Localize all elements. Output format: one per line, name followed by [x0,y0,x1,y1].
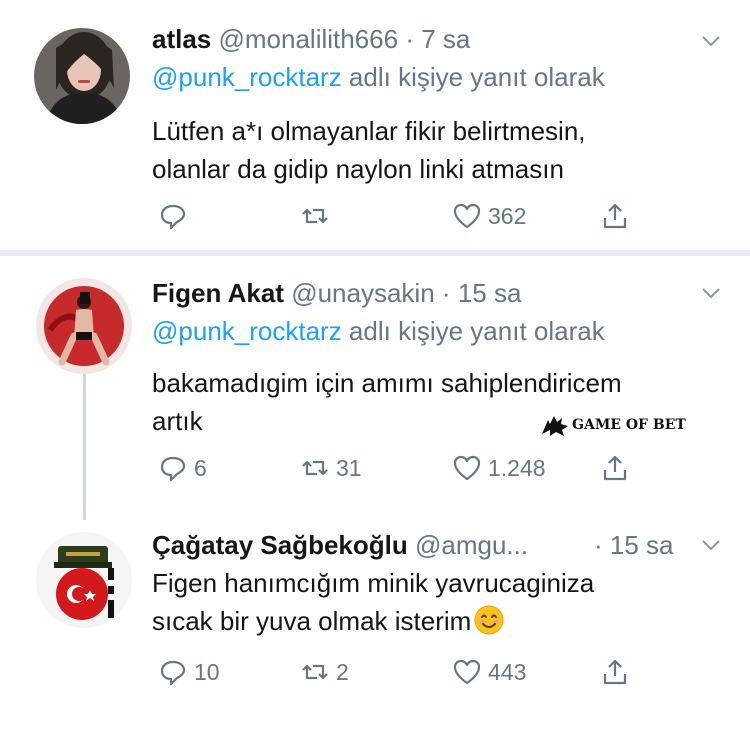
author-handle[interactable]: @monalilith666 [219,24,399,54]
like-count: 362 [488,202,527,229]
reply-to-suffix: adlı kişiye yanıt olarak [341,316,605,346]
tweet-header: atlas @monalilith666 · 7 sa [152,22,470,56]
reply-button[interactable]: 6 [158,450,207,486]
like-button[interactable]: 1.248 [452,450,546,486]
tweet-header: Çağatay Sağbekoğlu @amgu... [152,528,528,562]
retweet-icon [302,208,328,224]
caret-down-icon[interactable] [700,534,722,556]
watermark: GAME OF BET [540,412,686,438]
retweet-icon [302,460,328,476]
tweet-time: · 15 sa [594,528,674,562]
reply-icon [160,204,186,230]
avatar[interactable] [36,278,132,374]
caret-down-icon[interactable] [700,30,722,52]
share-icon [603,659,627,685]
share-icon [603,203,627,229]
watermark-text: GAME OF BET [572,417,686,433]
mention-link[interactable]: @punk_rocktarz [152,316,342,346]
retweet-button[interactable] [300,198,336,234]
share-button[interactable] [600,198,630,234]
mention-link[interactable]: @punk_rocktarz [152,62,342,92]
retweet-count: 2 [336,658,349,685]
separator-dot: · [405,24,415,54]
reply-count: 10 [194,658,220,685]
tweet-text-line: Lütfen a*ı olmayanlar fikir belirtmesin, [152,116,586,146]
timestamp[interactable]: 7 sa [421,24,470,54]
smiling-face-emoji [474,605,504,635]
retweet-button[interactable]: 31 [300,450,362,486]
share-icon [603,455,627,481]
retweet-icon [302,664,328,680]
separator-dot: · [594,530,603,560]
tweet-text-line-with-emoji: sıcak bir yuva olmak isterim [152,602,594,640]
reply-button[interactable] [158,198,194,234]
avatar[interactable] [34,28,130,124]
reply-button[interactable]: 10 [158,654,220,690]
tweet-3[interactable]: Çağatay Sağbekoğlu @amgu... · 15 sa Fige… [0,520,750,733]
timestamp[interactable]: 15 sa [458,278,522,308]
avatar[interactable] [36,532,132,628]
author-handle[interactable]: @amgu... [415,530,528,560]
caret-down-icon[interactable] [700,282,722,304]
author-name[interactable]: Çağatay Sağbekoğlu [152,530,408,560]
tweet-text-line: Figen hanımcığım minik yavrucaginiza [152,568,595,598]
like-icon [453,455,481,481]
like-count: 443 [488,658,527,685]
like-icon [453,203,481,229]
like-button[interactable]: 362 [452,198,526,234]
like-button[interactable]: 443 [452,654,526,690]
tweet-actions: 10 2 443 [152,654,652,690]
separator-dot: · [441,278,451,308]
reply-count: 6 [194,454,207,481]
tweet-text-line: bakamadıgim için amımı sahiplendiricem [152,368,622,398]
tweet-header: Figen Akat @unaysakin · 15 sa [152,276,521,310]
retweet-count: 31 [336,454,362,481]
replying-to: @punk_rocktarz adlı kişiye yanıt olarak [152,60,605,94]
like-icon [453,659,481,685]
author-name[interactable]: Figen Akat [152,278,284,308]
wolf-logo-icon [542,416,568,436]
tweet-text: Figen hanımcığım minik yavrucaginiza sıc… [152,564,594,640]
tweet-2[interactable]: Figen Akat @unaysakin · 15 sa @punk_rock… [0,256,750,518]
tweet-1[interactable]: atlas @monalilith666 · 7 sa @punk_rockta… [0,0,750,250]
retweet-button[interactable]: 2 [300,654,349,690]
reply-to-suffix: adlı kişiye yanıt olarak [341,62,605,92]
tweet-text-line: olanlar da gidip naylon linki atmasın [152,154,564,184]
timestamp[interactable]: 15 sa [610,530,674,560]
tweet-actions: 362 [152,198,652,234]
like-count: 1.248 [488,454,546,481]
reply-icon [160,456,186,482]
reply-icon [160,660,186,686]
tweet-text-line: sıcak bir yuva olmak isterim [152,606,472,636]
author-name[interactable]: atlas [152,24,211,54]
author-handle[interactable]: @unaysakin [291,278,434,308]
share-button[interactable] [600,654,630,690]
tweet-text: Lütfen a*ı olmayanlar fikir belirtmesin,… [152,112,586,188]
share-button[interactable] [600,450,630,486]
replying-to: @punk_rocktarz adlı kişiye yanıt olarak [152,314,605,348]
tweet-actions: 6 31 1.248 [152,450,652,486]
